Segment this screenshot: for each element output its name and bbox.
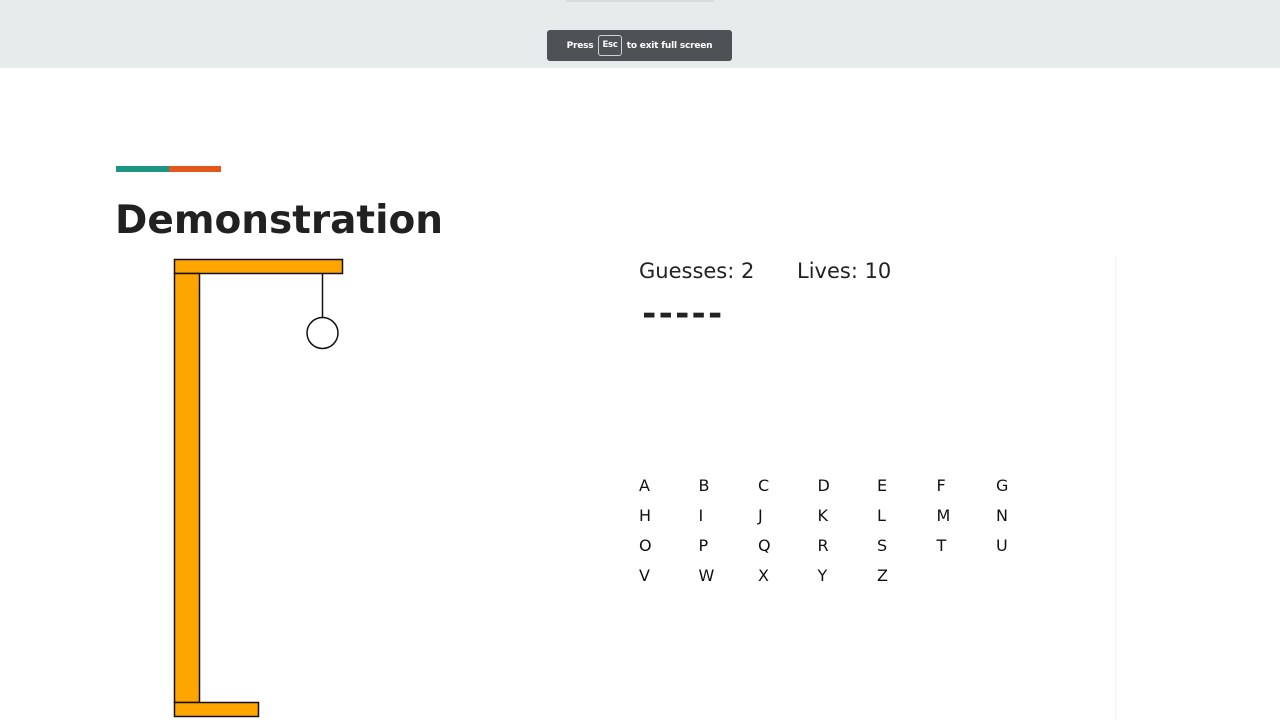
letter-button-u[interactable]: U xyxy=(996,536,1056,566)
letter-button-k[interactable]: K xyxy=(818,506,878,536)
letter-button-g[interactable]: G xyxy=(996,476,1056,506)
lives-counter: Lives: 10 xyxy=(797,259,892,283)
letter-button-s[interactable]: S xyxy=(877,536,937,566)
letter-button-z[interactable]: Z xyxy=(877,566,937,596)
letter-button-j[interactable]: J xyxy=(758,506,818,536)
slide-divider xyxy=(1115,255,1116,720)
letter-button-b[interactable]: B xyxy=(699,476,759,506)
letter-button-p[interactable]: P xyxy=(699,536,759,566)
hangman-head xyxy=(306,316,339,350)
letter-button-c[interactable]: C xyxy=(758,476,818,506)
letter-button-d[interactable]: D xyxy=(818,476,878,506)
letter-button-n[interactable]: N xyxy=(996,506,1056,536)
letter-button-a[interactable]: A xyxy=(639,476,699,506)
letter-button-t[interactable]: T xyxy=(937,536,997,566)
letter-grid: ABCDEFG HIJKLMN OPQRSTU VWXYZ xyxy=(639,476,1056,596)
masked-word: ----- xyxy=(639,294,725,334)
letter-button-l[interactable]: L xyxy=(877,506,937,536)
letter-button-v[interactable]: V xyxy=(639,566,699,596)
letter-button-e[interactable]: E xyxy=(877,476,937,506)
letter-button-i[interactable]: I xyxy=(699,506,759,536)
letter-button-m[interactable]: M xyxy=(937,506,997,536)
letter-button-o[interactable]: O xyxy=(639,536,699,566)
gallows-base xyxy=(173,701,260,718)
letter-button-h[interactable]: H xyxy=(639,506,699,536)
letter-button-x[interactable]: X xyxy=(758,566,818,596)
letter-button-f[interactable]: F xyxy=(937,476,997,506)
gallows-post xyxy=(173,272,201,704)
letter-button-y[interactable]: Y xyxy=(818,566,878,596)
letter-button-q[interactable]: Q xyxy=(758,536,818,566)
letter-button-r[interactable]: R xyxy=(818,536,878,566)
hangman-drawing xyxy=(173,258,344,718)
gallows-top-beam xyxy=(173,258,344,275)
letter-button-w[interactable]: W xyxy=(699,566,759,596)
guesses-counter: Guesses: 2 xyxy=(639,259,755,283)
